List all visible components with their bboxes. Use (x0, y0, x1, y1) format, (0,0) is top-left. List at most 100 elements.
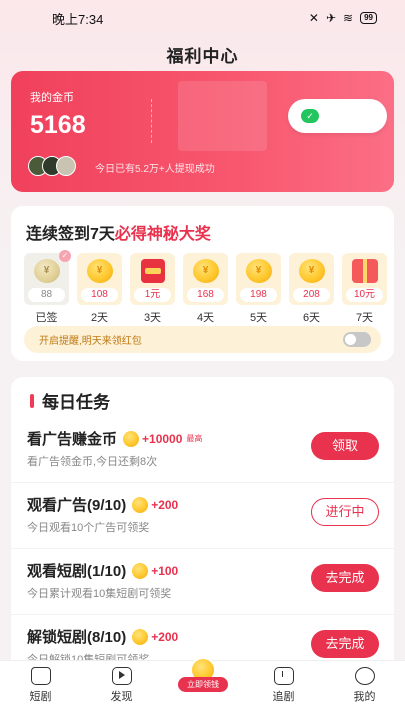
nav-item-profile[interactable]: 我的 (324, 661, 405, 720)
nav-item-following[interactable]: 追剧 (243, 661, 324, 720)
coin-icon: ¥ (33, 259, 60, 283)
status-icons: ✕ ✈ ≋ 99 (309, 11, 377, 25)
day-label: 3天 (143, 312, 162, 324)
battery-icon: 99 (360, 12, 377, 24)
clock-icon (273, 667, 294, 685)
day-label: 2天 (90, 312, 109, 324)
reminder-bar: 开启提醒,明天来领红包 (24, 326, 381, 353)
in-progress-button[interactable]: 进行中 (311, 498, 379, 526)
get-money-label: 立即领钱 (178, 677, 228, 692)
coin-icon (132, 496, 149, 513)
check-icon: ✓ (59, 250, 71, 262)
page-title: 福利中心 (166, 47, 239, 66)
avatar (56, 156, 76, 176)
play-icon (111, 667, 132, 685)
task-reward: +200 (151, 497, 179, 512)
status-time: 晚上7:34 (52, 11, 104, 27)
claim-button[interactable]: 领取 (311, 432, 379, 460)
tasks-title-text: 每日任务 (42, 393, 110, 412)
withdraw-success-text: 今日已有5.2万+人提现成功 (95, 164, 215, 175)
task-name-text: 看广告赚金币 (27, 431, 118, 448)
signin-day[interactable]: 1元 3天 (130, 253, 175, 325)
home-icon (30, 667, 51, 685)
signin-day[interactable]: ¥198 5天 (236, 253, 281, 325)
signin-days: ¥ ✓ 88 已签 ¥108 2天 1元 3天 ¥168 4天 ¥198 5天 ¥2… (24, 250, 387, 325)
coin-card: 我的金币 5168 ✓ 今日已有5.2万+人提现成功 (11, 71, 394, 192)
task-name: 观看短剧(1/10) +100 (27, 560, 178, 581)
day-reward: 108 (81, 288, 118, 302)
task-name-text: 解锁短剧(8/10) (27, 629, 127, 646)
nav-label: 发现 (110, 691, 133, 703)
coin-icon (132, 628, 149, 645)
task-reward: +10000 (142, 431, 183, 446)
bottom-nav: 短剧 发现 立即领钱 追剧 我的 (0, 657, 405, 720)
signin-day[interactable]: 10元 7天 (342, 253, 387, 325)
signin-day[interactable]: ¥108 2天 (77, 253, 122, 325)
task-reward: +200 (151, 629, 179, 644)
wechat-icon: ✓ (301, 109, 319, 123)
signin-title-highlight: 必得神秘大奖 (114, 226, 211, 243)
day-label: 7天 (355, 312, 374, 324)
day-reward: 88 (28, 288, 65, 302)
coin-icon (123, 430, 140, 447)
task-desc: 今日累计观看10集短剧可领奖 (27, 588, 172, 600)
wechat-withdraw-button[interactable]: ✓ (288, 99, 387, 133)
day-reward: 10元 (346, 288, 383, 302)
coin-balance: 5168 (30, 111, 86, 139)
day-reward: 168 (187, 288, 224, 302)
signin-card: 连续签到7天必得神秘大奖 ¥ ✓ 88 已签 ¥108 2天 1元 3天 ¥168 … (11, 206, 394, 361)
nav-item-discover[interactable]: 发现 (81, 661, 162, 720)
day-label: 6天 (302, 312, 321, 324)
daily-tasks-card: 每日任务 看广告赚金币 +10000 最高 看广告领金币,今日还剩8次 领取 观… (11, 377, 394, 677)
gift-icon (351, 259, 378, 283)
avatar-group (28, 156, 76, 176)
reminder-text: 开启提醒,明天来领红包 (39, 336, 142, 347)
task-item: 观看广告(9/10) +200 今日观看10个广告可领奖 进行中 (11, 483, 394, 549)
task-max-badge: 最高 (186, 434, 203, 443)
signin-day[interactable]: ¥168 4天 (183, 253, 228, 325)
day-reward: 198 (240, 288, 277, 302)
task-name: 看广告赚金币 +10000 最高 (27, 428, 202, 449)
task-item: 观看短剧(1/10) +100 今日累计观看10集短剧可领奖 去完成 (11, 549, 394, 615)
airplane-icon: ✈ (325, 11, 337, 25)
signin-day[interactable]: ¥208 6天 (289, 253, 334, 325)
day-label: 5天 (249, 312, 268, 324)
coin-label: 我的金币 (30, 92, 74, 104)
task-desc: 看广告领金币,今日还剩8次 (27, 456, 158, 468)
task-item: 看广告赚金币 +10000 最高 看广告领金币,今日还剩8次 领取 (11, 417, 394, 483)
day-reward: 1元 (134, 288, 171, 302)
day-label: 已签 (35, 312, 58, 324)
mute-icon: ✕ (308, 11, 319, 25)
go-complete-button[interactable]: 去完成 (311, 564, 379, 592)
signin-title: 连续签到7天必得神秘大奖 (26, 220, 211, 244)
signin-day[interactable]: ¥ ✓ 88 已签 (24, 250, 71, 325)
nav-label: 我的 (353, 691, 376, 703)
divider (151, 99, 152, 143)
nav-item-shortdrama[interactable]: 短剧 (0, 661, 81, 720)
task-name: 解锁短剧(8/10) +200 (27, 626, 178, 647)
red-packet-icon (140, 259, 165, 283)
nav-label: 追剧 (272, 691, 295, 703)
tasks-title: 每日任务 (30, 388, 110, 413)
coin-icon (132, 562, 149, 579)
coin-icon: ¥ (86, 259, 113, 283)
go-complete-button[interactable]: 去完成 (311, 630, 379, 658)
status-bar: 晚上7:34 ✕ ✈ ≋ 99 (0, 0, 405, 36)
wifi-icon: ≋ (343, 11, 354, 25)
coin-icon: ¥ (298, 259, 325, 283)
task-desc: 今日观看10个广告可领奖 (27, 522, 150, 534)
banner-placeholder (178, 81, 267, 151)
profile-icon (354, 667, 375, 685)
nav-item-get-money[interactable]: 立即领钱 (162, 657, 243, 720)
day-reward: 208 (293, 288, 330, 302)
center-badge: 立即领钱 (178, 657, 228, 697)
task-name-text: 观看广告(9/10) (27, 497, 127, 514)
title-accent-bar (30, 393, 34, 408)
nav-label: 短剧 (29, 691, 52, 703)
day-label: 4天 (196, 312, 215, 324)
task-name: 观看广告(9/10) +200 (27, 494, 178, 515)
signin-title-prefix: 连续签到7天 (26, 226, 115, 243)
task-reward: +100 (151, 563, 179, 578)
task-name-text: 观看短剧(1/10) (27, 563, 127, 580)
reminder-toggle[interactable] (343, 332, 371, 347)
